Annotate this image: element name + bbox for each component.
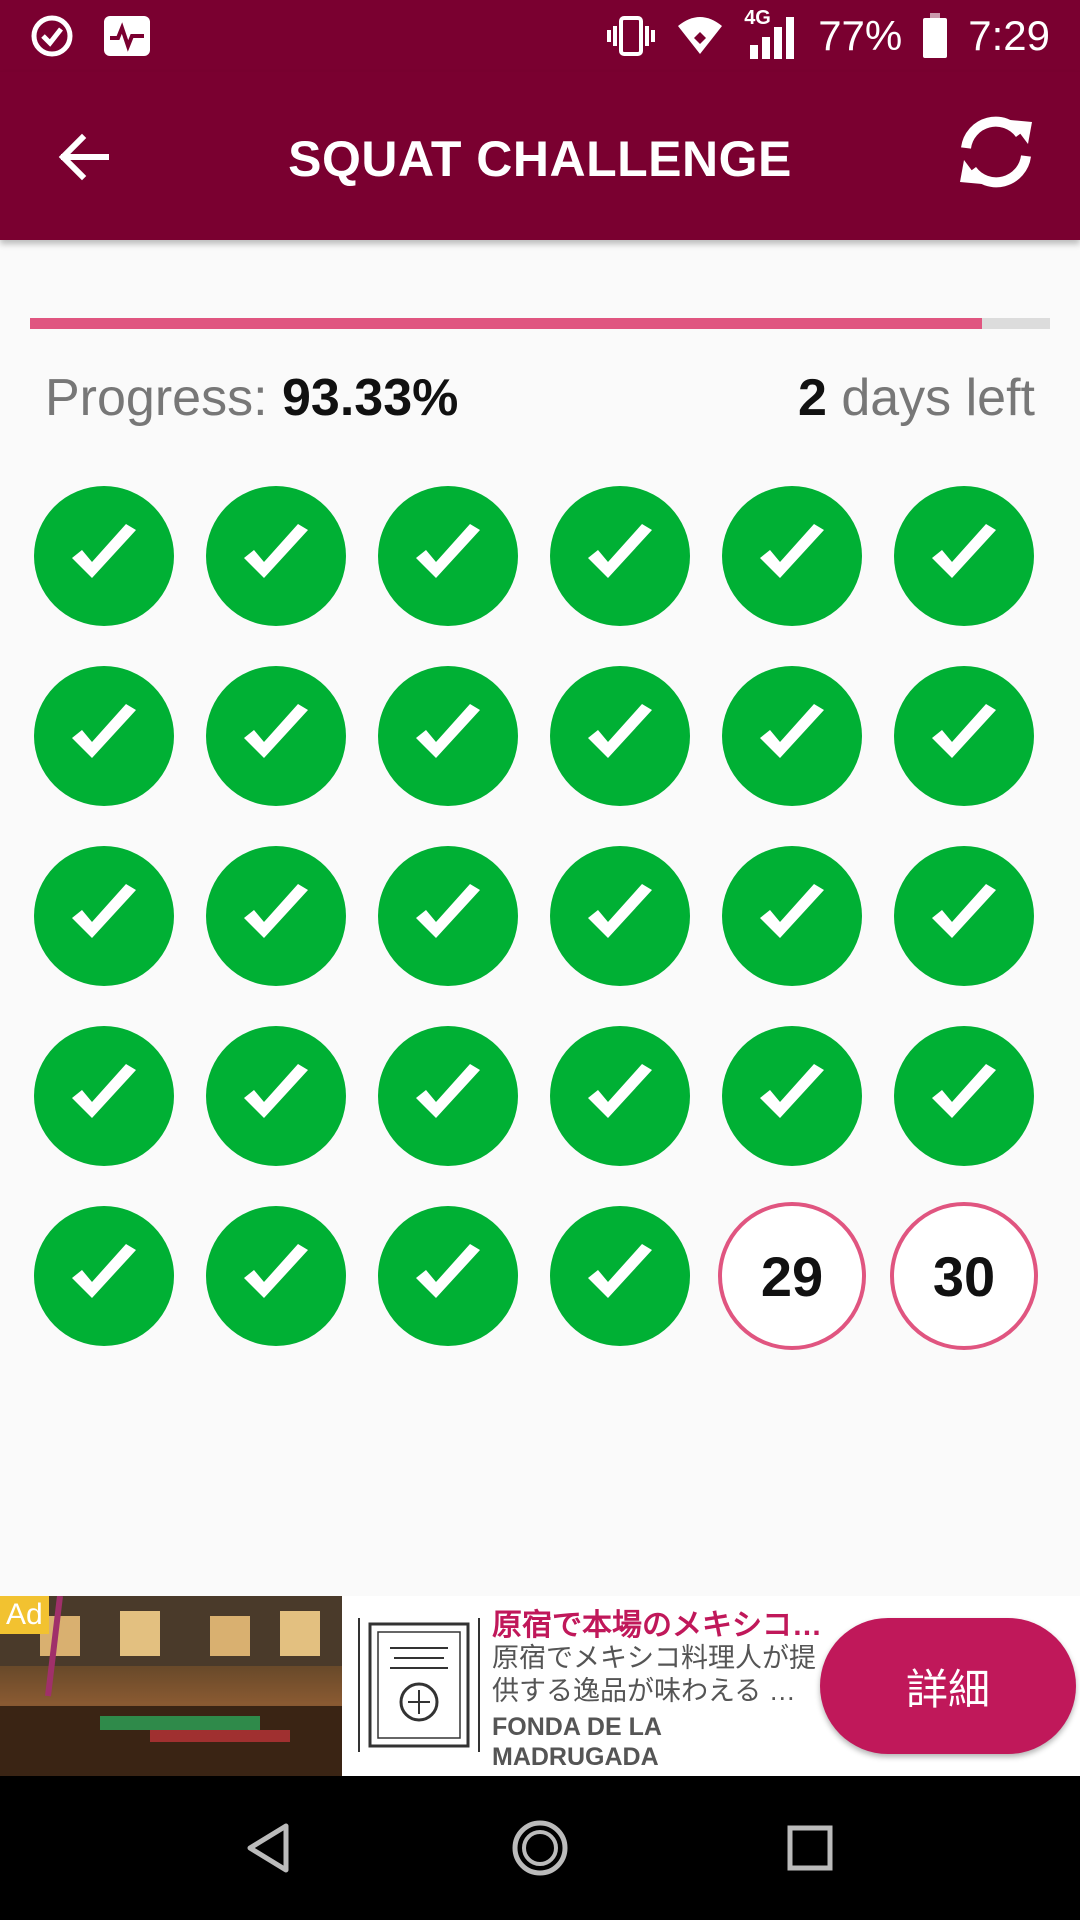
- day-completed-26[interactable]: [206, 1206, 346, 1346]
- day-completed-9[interactable]: [378, 666, 518, 806]
- check-icon: [72, 704, 136, 758]
- day-grid: 29 30: [34, 486, 1046, 1350]
- day-completed-10[interactable]: [550, 666, 690, 806]
- check-icon: [244, 524, 308, 578]
- ad-brand: FONDA DE LA MADRUGADA: [492, 1713, 661, 1771]
- day-completed-13[interactable]: [34, 846, 174, 986]
- check-icon: [244, 884, 308, 938]
- check-icon: [760, 1064, 824, 1118]
- check-circle-notification-icon: [31, 15, 73, 57]
- day-completed-5[interactable]: [722, 486, 862, 626]
- days-left-number: 2: [797, 369, 827, 427]
- check-icon: [932, 1064, 996, 1118]
- refresh-icon[interactable]: [954, 110, 1038, 194]
- check-icon: [760, 884, 824, 938]
- day-completed-22[interactable]: [550, 1026, 690, 1166]
- check-icon: [72, 524, 136, 578]
- day-completed-4[interactable]: [550, 486, 690, 626]
- day-completed-14[interactable]: [206, 846, 346, 986]
- vibrate-icon: [607, 16, 656, 56]
- recents-square-icon[interactable]: [780, 1818, 840, 1878]
- check-icon: [244, 1064, 308, 1118]
- wifi-icon: [678, 17, 723, 54]
- ad-badge: Ad: [0, 1596, 49, 1634]
- page-title: SQUAT CHALLENGE: [288, 131, 792, 187]
- check-icon: [760, 704, 824, 758]
- progress-bar: [30, 318, 1050, 329]
- check-icon: [244, 704, 308, 758]
- check-icon: [588, 704, 652, 758]
- day-completed-16[interactable]: [550, 846, 690, 986]
- day-number: 30: [932, 1244, 996, 1308]
- status-bar: 4G 77% 7:29: [0, 0, 1080, 72]
- home-circle-icon[interactable]: [510, 1818, 570, 1878]
- battery-percent: 77%: [818, 12, 903, 59]
- day-completed-17[interactable]: [722, 846, 862, 986]
- day-completed-25[interactable]: [34, 1206, 174, 1346]
- check-icon: [588, 884, 652, 938]
- day-pending-30[interactable]: 30: [890, 1202, 1038, 1350]
- progress-text: Progress: 93.33%: [45, 368, 458, 428]
- ad-title[interactable]: 原宿で本場のメキシコ…: [492, 1600, 822, 1644]
- clock: 7:29: [968, 12, 1050, 59]
- app-bar: SQUAT CHALLENGE: [0, 72, 1080, 240]
- day-pending-29[interactable]: 29: [718, 1202, 866, 1350]
- days-left-text: 2 days left: [798, 368, 1035, 428]
- check-icon: [72, 884, 136, 938]
- day-number: 29: [760, 1244, 824, 1308]
- check-icon: [932, 524, 996, 578]
- check-icon: [588, 1064, 652, 1118]
- check-icon: [72, 1064, 136, 1118]
- day-completed-15[interactable]: [378, 846, 518, 986]
- check-icon: [416, 1064, 480, 1118]
- system-navigation-bar: [0, 1776, 1080, 1920]
- check-icon: [588, 1244, 652, 1298]
- day-completed-18[interactable]: [894, 846, 1034, 986]
- day-completed-20[interactable]: [206, 1026, 346, 1166]
- ad-brand-logo: [358, 1618, 480, 1752]
- cellular-signal: 4G: [744, 7, 798, 61]
- day-completed-8[interactable]: [206, 666, 346, 806]
- day-completed-21[interactable]: [378, 1026, 518, 1166]
- check-icon: [932, 704, 996, 758]
- check-icon: [416, 704, 480, 758]
- ad-image[interactable]: Ad: [0, 1596, 342, 1776]
- back-triangle-icon[interactable]: [240, 1818, 300, 1878]
- day-completed-7[interactable]: [34, 666, 174, 806]
- day-completed-27[interactable]: [378, 1206, 518, 1346]
- check-icon: [760, 524, 824, 578]
- restaurant-photo: [0, 1596, 342, 1776]
- progress-label: Progress:: [45, 369, 268, 427]
- check-icon: [932, 884, 996, 938]
- activity-notification-icon: [104, 16, 150, 56]
- ad-details-button[interactable]: 詳細: [820, 1618, 1076, 1754]
- day-completed-11[interactable]: [722, 666, 862, 806]
- check-icon: [416, 884, 480, 938]
- day-completed-3[interactable]: [378, 486, 518, 626]
- day-completed-1[interactable]: [34, 486, 174, 626]
- day-completed-19[interactable]: [34, 1026, 174, 1166]
- day-completed-2[interactable]: [206, 486, 346, 626]
- day-completed-6[interactable]: [894, 486, 1034, 626]
- days-left-label: days left: [841, 369, 1035, 427]
- progress-bar-fill: [30, 318, 982, 329]
- progress-summary: Progress: 93.33% 2 days left: [45, 368, 1035, 438]
- ad-banner[interactable]: Ad 原宿で本場のメキシコ… 原宿でメキシコ料理人が提供する逸品が味わえる … …: [0, 1596, 1080, 1776]
- day-completed-12[interactable]: [894, 666, 1034, 806]
- progress-value: 93.33%: [281, 369, 459, 427]
- day-completed-23[interactable]: [722, 1026, 862, 1166]
- ad-description: 原宿でメキシコ料理人が提供する逸品が味わえる …: [492, 1643, 816, 1706]
- check-icon: [244, 1244, 308, 1298]
- check-icon: [72, 1244, 136, 1298]
- check-icon: [588, 524, 652, 578]
- battery-icon: [923, 13, 948, 58]
- day-completed-24[interactable]: [894, 1026, 1034, 1166]
- signal-icon: [750, 17, 795, 59]
- check-icon: [416, 1244, 480, 1298]
- day-completed-28[interactable]: [550, 1206, 690, 1346]
- check-icon: [416, 524, 480, 578]
